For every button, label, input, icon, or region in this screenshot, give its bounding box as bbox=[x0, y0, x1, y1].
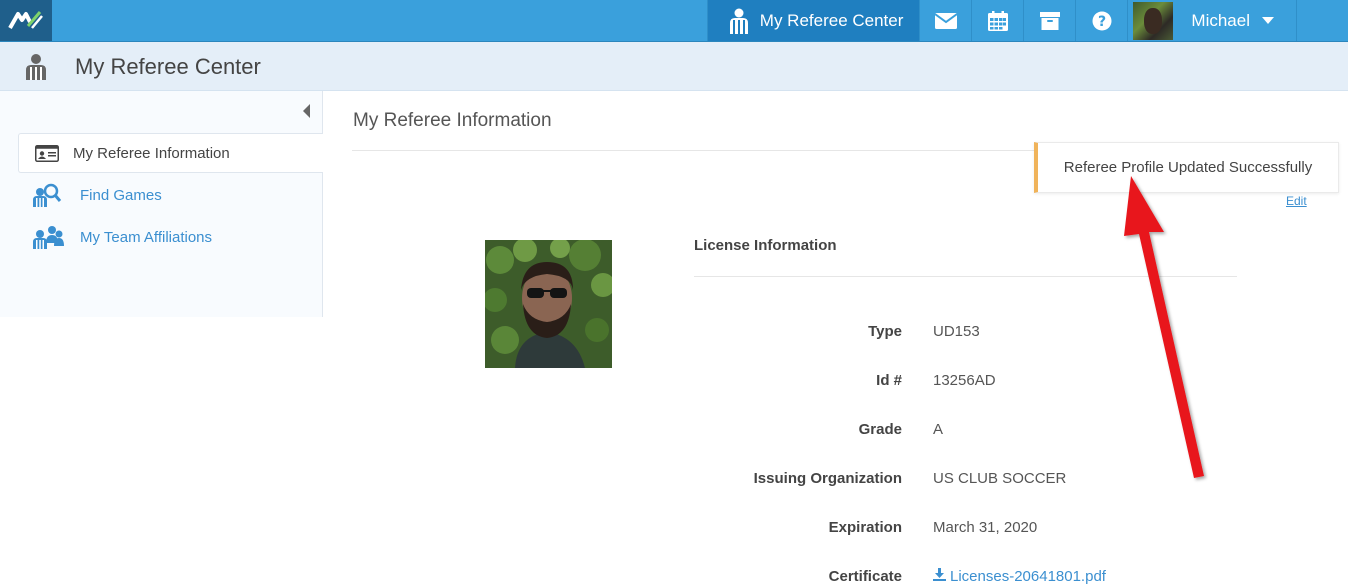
top-nav-menu: My Referee Center ? Michael bbox=[706, 0, 1297, 41]
nav-mail[interactable] bbox=[919, 0, 971, 41]
field-label: Expiration bbox=[828, 519, 902, 536]
certificate-download-link[interactable]: Licenses-20641801.pdf bbox=[933, 568, 1106, 585]
nav-my-referee-center-label: My Referee Center bbox=[759, 10, 904, 30]
page-title: My Referee Center bbox=[75, 54, 261, 79]
help-icon: ? bbox=[1092, 11, 1112, 31]
mail-icon bbox=[934, 12, 957, 29]
edit-link[interactable]: Edit bbox=[1286, 194, 1307, 208]
nav-calendar[interactable] bbox=[971, 0, 1023, 41]
referee-icon bbox=[728, 8, 750, 34]
page-header: My Referee Center bbox=[0, 42, 1348, 91]
user-avatar bbox=[1133, 1, 1174, 40]
app-logo-icon[interactable] bbox=[0, 0, 52, 41]
calendar-icon bbox=[987, 10, 1008, 31]
search-games-icon bbox=[32, 183, 64, 207]
nav-archive[interactable] bbox=[1023, 0, 1075, 41]
field-label: Issuing Organization bbox=[753, 470, 902, 487]
user-name: Michael bbox=[1191, 10, 1250, 30]
profile-photo bbox=[485, 240, 612, 368]
field-value: 13256AD bbox=[933, 372, 996, 389]
nav-help[interactable]: ? bbox=[1075, 0, 1127, 41]
referee-icon bbox=[24, 54, 48, 85]
field-row-certificate: Certificate Licenses-20641801.pdf bbox=[600, 568, 1300, 588]
sidebar: My Referee Information Find Games My Tea… bbox=[0, 91, 323, 317]
annotation-arrow-icon bbox=[1124, 176, 1204, 478]
sidebar-item-label: My Referee Information bbox=[73, 144, 230, 162]
sidebar-item-my-referee-information[interactable]: My Referee Information bbox=[18, 133, 323, 173]
nav-user-menu[interactable]: Michael bbox=[1127, 0, 1297, 41]
field-value: A bbox=[933, 421, 944, 438]
section-heading: My Referee Information bbox=[353, 110, 552, 131]
sidebar-item-my-team-affiliations[interactable]: My Team Affiliations bbox=[18, 217, 323, 257]
field-row-expiration: Expiration March 31, 2020 bbox=[600, 519, 1300, 539]
chevron-down-icon bbox=[1262, 17, 1274, 24]
field-value: March 31, 2020 bbox=[933, 519, 1038, 536]
field-label: Type bbox=[868, 323, 902, 340]
download-icon bbox=[933, 568, 946, 585]
sidebar-item-find-games[interactable]: Find Games bbox=[18, 175, 323, 215]
certificate-filename: Licenses-20641801.pdf bbox=[950, 568, 1106, 585]
sidebar-item-label: My Team Affiliations bbox=[80, 228, 213, 246]
archive-icon bbox=[1039, 11, 1060, 30]
field-value: UD153 bbox=[933, 323, 980, 340]
top-navigation-bar: My Referee Center ? Michael bbox=[0, 0, 1348, 42]
collapse-sidebar-icon[interactable] bbox=[303, 104, 310, 118]
field-label: Grade bbox=[858, 421, 902, 438]
id-card-icon bbox=[35, 144, 59, 162]
team-icon bbox=[32, 225, 64, 249]
field-label: Id # bbox=[876, 372, 902, 389]
field-value: US CLUB SOCCER bbox=[933, 470, 1067, 487]
field-label: Certificate bbox=[828, 568, 902, 585]
svg-text:?: ? bbox=[1098, 14, 1106, 30]
nav-my-referee-center[interactable]: My Referee Center bbox=[706, 0, 920, 41]
license-information-heading: License Information bbox=[694, 237, 837, 254]
sidebar-item-label: Find Games bbox=[80, 186, 162, 204]
